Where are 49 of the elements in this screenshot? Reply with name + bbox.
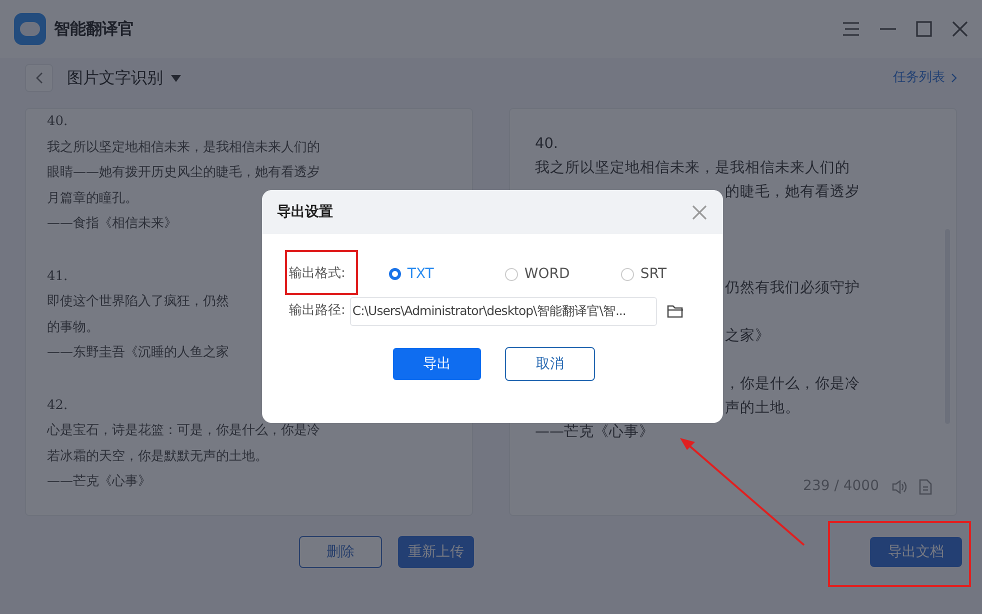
app-logo-icon (14, 13, 46, 45)
source-text-line: 的事物。 (47, 318, 99, 336)
source-text-line: 眼睛——她有拨开历史风尘的睫毛，她有看透岁 (47, 164, 320, 182)
result-text-line: 40. (534, 135, 558, 154)
source-text-line: 41. (47, 268, 68, 286)
source-text-line: 即使这个世界陷入了疯狂，仍然 (47, 293, 229, 311)
source-text-line: 月篇章的瞳孔。 (47, 190, 138, 208)
result-text-line: 我之所以坚定地相信未来，是我相信未来人们的 (534, 158, 850, 178)
path-label: 输出路径: (289, 302, 346, 320)
caret-icon (171, 74, 181, 82)
source-text-line: 40. (47, 113, 68, 131)
source-text-line: ——食指《相信未来》 (47, 215, 177, 233)
menu-icon[interactable] (842, 21, 860, 37)
dialog-title: 导出设置 (277, 202, 333, 222)
close-icon[interactable] (952, 21, 968, 37)
chevron-left-icon (35, 72, 43, 84)
app-title: 智能翻译官 (54, 18, 134, 40)
mode-dropdown[interactable]: 图片文字识别 (67, 66, 181, 90)
result-text-line: ——芒克《心事》 (534, 422, 654, 442)
result-text-line: ，你是什么，你是冷 (724, 375, 860, 394)
source-text-line: ——芒克《心事》 (47, 473, 151, 491)
result-text-line: 之家》 (724, 326, 770, 346)
back-button[interactable] (25, 64, 53, 92)
source-text-line: ——东野圭吾《沉睡的人鱼之家 (47, 344, 229, 362)
maximize-icon[interactable] (916, 21, 932, 37)
export-button[interactable]: 导出 (393, 348, 481, 380)
format-radio[interactable]: WORD (505, 264, 622, 284)
format-label: 输出格式: (289, 265, 346, 284)
reupload-button[interactable]: 重新上传 (398, 536, 474, 568)
output-path-field[interactable]: C:\Users\Administrator\desktop\智能翻译官\智... (350, 296, 658, 326)
export-document-button[interactable]: 导出文档 (870, 537, 962, 567)
source-text-line: 心是宝石，诗是花篮：可是，你是什么，你是冷 (47, 422, 320, 440)
source-text-line: 若冰霜的天空，你是默默无声的土地。 (47, 448, 268, 466)
minimize-icon[interactable] (880, 28, 896, 30)
cancel-button[interactable]: 取消 (505, 347, 595, 381)
task-list-link[interactable]: 任务列表 (893, 68, 957, 88)
close-icon[interactable] (692, 204, 707, 220)
result-text-line: 声的土地。 (724, 399, 800, 418)
source-text-line: 我之所以坚定地相信未来，是我相信未来人们的 (47, 138, 320, 156)
format-radio[interactable]: SRT (621, 264, 723, 284)
folder-icon[interactable] (667, 304, 684, 318)
result-text-line: 仍然有我们必须守护 (724, 278, 860, 298)
result-text-line: 的睫毛，她有看透岁 (724, 183, 860, 202)
copy-icon[interactable] (919, 478, 932, 494)
format-radio[interactable]: TXT (389, 264, 506, 284)
chevron-right-icon (951, 73, 957, 83)
speaker-icon[interactable] (891, 480, 907, 494)
delete-button[interactable]: 删除 (299, 536, 382, 568)
source-text-line: 42. (47, 396, 68, 414)
